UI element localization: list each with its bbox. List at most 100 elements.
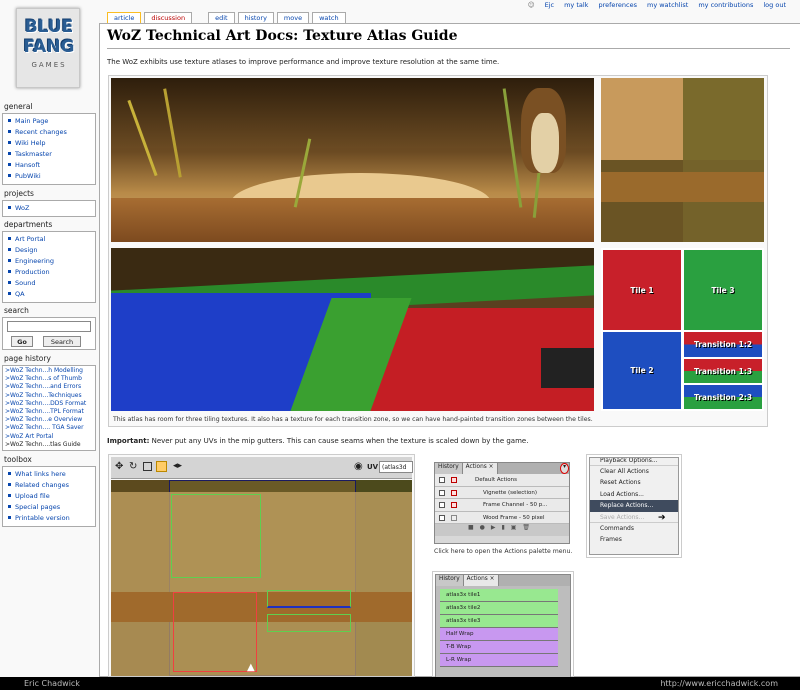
checkbox-icon[interactable] — [439, 489, 445, 496]
sidebar-item-recent-changes[interactable]: Recent changes — [15, 128, 67, 136]
tab-discussion[interactable]: discussion — [144, 12, 193, 23]
uv-shell-selected[interactable] — [173, 592, 257, 672]
actions-playback-bar[interactable]: ■●▶▮▣🗑 — [435, 524, 569, 536]
mirror-icon[interactable]: ◂▸ — [173, 461, 182, 471]
sidebar-item-woz[interactable]: WoZ — [15, 204, 29, 212]
history-link[interactable]: >WoZ Art Portal — [5, 433, 53, 440]
sidebar-item-production[interactable]: Production — [15, 268, 50, 276]
sidebar-item-design[interactable]: Design — [15, 246, 37, 254]
portlet-title: toolbox — [4, 455, 32, 464]
action-vignette[interactable]: Vignette (selection) — [475, 490, 537, 496]
action-button-tile3[interactable]: atlas3x tile3 — [440, 615, 558, 628]
toolbox-special-pages[interactable]: Special pages — [15, 503, 60, 511]
search-button[interactable]: Search — [43, 336, 81, 347]
uv-viewport[interactable]: ▲ — [111, 480, 412, 676]
dialog-toggle-icon[interactable] — [451, 502, 457, 508]
menu-item-replace-actions[interactable]: Replace Actions... — [590, 500, 678, 512]
tab-watch[interactable]: watch — [312, 12, 346, 23]
tab-actions-panel[interactable]: Actions × — [462, 463, 498, 474]
history-link[interactable]: >WoZ Techn....TPL Format — [5, 408, 84, 415]
uv-shell-tile[interactable] — [171, 494, 261, 578]
site-logo[interactable]: BLUE FANG GAMES — [16, 8, 80, 88]
toolbox-related-changes[interactable]: Related changes — [15, 481, 69, 489]
portlet-title: page history — [4, 354, 51, 363]
checkbox-icon[interactable] — [439, 502, 445, 508]
tab-article[interactable]: article — [107, 12, 142, 23]
sidebar-item-pubwiki[interactable]: PubWiki — [15, 172, 41, 180]
menu-item-clear-all-actions[interactable]: Clear All Actions — [590, 466, 678, 477]
menu-item-load-actions[interactable]: Load Actions... — [590, 489, 678, 500]
history-link[interactable]: >WoZ Techn...Techniques — [5, 392, 82, 399]
action-button-lr-wrap[interactable]: L-R Wrap — [440, 654, 558, 667]
action-frame-channel[interactable]: Frame Channel - 50 p... — [475, 502, 547, 508]
checkbox-icon[interactable] — [439, 477, 445, 483]
user-link[interactable]: Ejc — [545, 1, 555, 9]
my-watchlist-link[interactable]: my watchlist — [647, 1, 688, 9]
freeform-icon[interactable] — [156, 461, 167, 472]
tab-actions-label: Actions — [465, 464, 487, 470]
search-input[interactable] — [7, 321, 91, 332]
menu-item-playback-options[interactable]: Playback Options... — [590, 458, 678, 466]
action-button-half-wrap[interactable]: Half Wrap — [440, 628, 558, 641]
sidebar-item-main-page[interactable]: Main Page — [15, 117, 48, 125]
checkbox-icon[interactable] — [439, 514, 445, 521]
dialog-toggle-icon[interactable] — [451, 514, 457, 521]
atlas-tile-layout: Tile 1 Tile 3 Tile 2 Transition 1:2 Tran… — [601, 248, 764, 411]
go-button[interactable]: Go — [11, 336, 33, 347]
action-wood-frame[interactable]: Wood Frame - 50 pixel — [475, 515, 544, 521]
important-text: Never put any UVs in the mip gutters. Th… — [149, 437, 529, 445]
sidebar-item-art-portal[interactable]: Art Portal — [15, 235, 45, 243]
action-button-tile2[interactable]: atlas3x tile2 — [440, 602, 558, 615]
texture-dropdown[interactable]: (atlas3d — [379, 461, 413, 473]
action-button-tb-wrap[interactable]: T-B Wrap — [440, 641, 558, 654]
menu-item-commands[interactable]: Commands — [590, 523, 678, 534]
my-contributions-link[interactable]: my contributions — [698, 1, 753, 9]
sidebar-item-engineering[interactable]: Engineering — [15, 257, 54, 265]
history-link[interactable]: >WoZ Techn...s of Thumb — [5, 375, 82, 382]
rotate-icon[interactable]: ↻ — [129, 461, 137, 472]
sidebar-item-hansoft[interactable]: Hansoft — [15, 161, 40, 169]
dialog-toggle-icon[interactable] — [451, 489, 457, 496]
actions-figure: History Actions × ▾ Default Actions Vign… — [432, 460, 574, 560]
menu-item-reset-actions[interactable]: Reset Actions — [590, 477, 678, 488]
portlet-general: general Main Page Recent changes Wiki He… — [2, 102, 96, 185]
toolbox-upload-file[interactable]: Upload file — [15, 492, 50, 500]
history-link[interactable]: >WoZ Techn.... TGA Saver — [5, 424, 84, 431]
history-link[interactable]: >WoZ Techn...h Modelling — [5, 367, 83, 374]
user-icon: ☺ — [527, 1, 535, 9]
tab-history-panel[interactable]: History — [435, 463, 463, 474]
tab-history-panel-2[interactable]: History — [436, 575, 464, 586]
tab-history[interactable]: history — [237, 12, 274, 23]
uv-shell-transition-b[interactable] — [267, 614, 351, 632]
history-link[interactable]: >WoZ Techn....DDS Format — [5, 400, 86, 407]
history-link[interactable]: >WoZ Techn....and Errors — [5, 383, 81, 390]
preferences-link[interactable]: preferences — [598, 1, 637, 9]
history-link[interactable]: >WoZ Techn...e Overview — [5, 416, 82, 423]
menu-item-frames[interactable]: Frames — [590, 534, 678, 545]
actions-menu: Playback Options... Clear All Actions Re… — [589, 457, 679, 555]
move-icon[interactable]: ✥ — [115, 461, 123, 472]
actions-buttons-figure: History Actions × atlas3x tile1 atlas3x … — [432, 571, 574, 678]
sidebar-item-sound[interactable]: Sound — [15, 279, 35, 287]
scale-icon[interactable] — [143, 462, 152, 471]
panel-menu-icon[interactable]: ▾ — [560, 463, 569, 474]
action-button-tile1[interactable]: atlas3x tile1 — [440, 589, 558, 602]
toolbox-printable-version[interactable]: Printable version — [15, 514, 70, 522]
log-out-link[interactable]: log out — [763, 1, 786, 9]
checker-icon[interactable]: ◉ — [354, 461, 363, 472]
sidebar-item-wiki-help[interactable]: Wiki Help — [15, 139, 46, 147]
sidebar-item-taskmaster[interactable]: Taskmaster — [15, 150, 52, 158]
dialog-toggle-icon[interactable] — [451, 477, 457, 483]
tab-move[interactable]: move — [276, 12, 310, 23]
toolbox-what-links-here[interactable]: What links here — [15, 470, 66, 478]
sidebar-item-qa[interactable]: QA — [15, 290, 25, 298]
tab-edit[interactable]: edit — [208, 12, 235, 23]
uv-shell-transition-a[interactable] — [267, 590, 351, 608]
footer-bar: Eric Chadwick http://www.ericchadwick.co… — [0, 677, 800, 690]
tab-actions-panel-2[interactable]: Actions × — [463, 575, 499, 586]
my-talk-link[interactable]: my talk — [564, 1, 588, 9]
footer-url: http://www.ericchadwick.com — [660, 679, 778, 688]
action-set-default[interactable]: Default Actions — [475, 477, 517, 483]
history-link[interactable]: >WoZ Techn....tlas Guide — [5, 441, 81, 448]
actions-panel: History Actions × ▾ Default Actions Vign… — [434, 462, 570, 544]
